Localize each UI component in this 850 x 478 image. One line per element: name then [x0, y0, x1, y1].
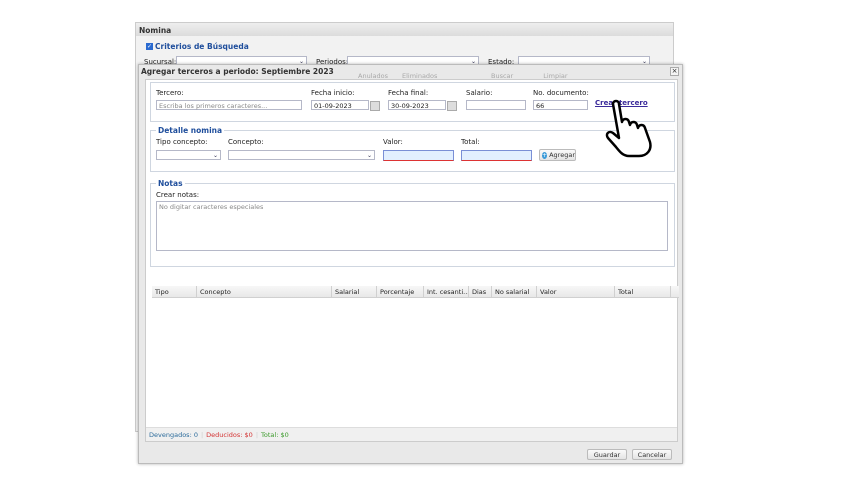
- column-header[interactable]: Porcentaje: [377, 286, 424, 297]
- column-header[interactable]: Salarial: [332, 286, 377, 297]
- chevron-down-icon[interactable]: ⌄: [211, 151, 220, 159]
- total-input[interactable]: [461, 150, 532, 161]
- detalle-legend: Detalle nomina: [156, 126, 225, 135]
- fecha-inicio-value: 01-09-2023: [314, 102, 352, 110]
- salario-input[interactable]: [466, 100, 526, 110]
- dialog-body: Tercero: Escriba los primeros caracteres…: [145, 79, 679, 442]
- tercero-input[interactable]: Escriba los primeros caracteres...: [156, 100, 302, 110]
- column-header[interactable]: Concepto: [197, 286, 332, 297]
- anulados-checkbox: Anulados: [358, 72, 388, 80]
- salario-label: Salario:: [466, 89, 493, 97]
- column-header[interactable]: Total: [615, 286, 671, 297]
- limpiar-button: Limpiar: [543, 72, 568, 80]
- cancelar-button[interactable]: Cancelar: [632, 449, 672, 460]
- column-header[interactable]: Dias: [469, 286, 492, 297]
- tipo-concepto-label: Tipo concepto:: [156, 138, 208, 146]
- fecha-final-input[interactable]: 30-09-2023: [388, 100, 457, 111]
- concepto-select[interactable]: ⌄: [228, 150, 375, 160]
- guardar-button[interactable]: Guardar: [587, 449, 627, 460]
- tercero-label: Tercero:: [156, 89, 184, 97]
- concepto-label: Concepto:: [228, 138, 264, 146]
- total-label: Total:: [461, 138, 480, 146]
- agregar-label: Agregar: [549, 151, 575, 159]
- devengados-total: Devengados: 0: [149, 431, 198, 439]
- column-header[interactable]: Valor: [537, 286, 615, 297]
- column-header[interactable]: Int. cesanti...: [424, 286, 469, 297]
- calendar-icon[interactable]: [447, 101, 457, 111]
- hand-pointer-icon: [605, 99, 652, 158]
- fecha-final-label: Fecha final:: [388, 89, 429, 97]
- valor-input[interactable]: [383, 150, 454, 161]
- agregar-button[interactable]: + Agregar: [539, 149, 576, 161]
- valor-label: Valor:: [383, 138, 403, 146]
- tipo-concepto-select[interactable]: ⌄: [156, 150, 221, 160]
- fecha-inicio-input[interactable]: 01-09-2023: [311, 100, 380, 111]
- fecha-final-value: 30-09-2023: [391, 102, 429, 110]
- tercero-fieldset: Tercero: Escriba los primeros caracteres…: [150, 82, 675, 122]
- eliminados-checkbox: Eliminados: [401, 72, 438, 80]
- column-header[interactable]: Tipo: [152, 286, 197, 297]
- no-documento-input[interactable]: 66: [533, 100, 588, 110]
- status-bar: Devengados: 0 | Deducidos: $0 | Total: $0: [146, 427, 677, 441]
- calendar-icon[interactable]: [370, 101, 380, 111]
- add-icon: +: [542, 151, 548, 159]
- add-third-party-dialog: Agregar terceros a periodo: Septiembre 2…: [138, 64, 683, 464]
- notas-legend: Notas: [156, 179, 185, 188]
- notas-textarea[interactable]: No digitar caracteres especiales: [156, 201, 668, 251]
- fecha-inicio-label: Fecha inicio:: [311, 89, 355, 97]
- notas-fieldset: Notas Crear notas: No digitar caracteres…: [150, 179, 675, 267]
- crear-notas-label: Crear notas:: [156, 191, 200, 199]
- panel-title: Nomina: [136, 23, 673, 36]
- criteria-toggle[interactable]: ✓ Criterios de Búsqueda: [146, 42, 249, 51]
- buscar-button: Buscar: [491, 72, 514, 80]
- column-header[interactable]: No salarial: [492, 286, 537, 297]
- no-documento-label: No. documento:: [533, 89, 589, 97]
- detalle-fieldset: Detalle nomina Tipo concepto: ⌄ Concepto…: [150, 126, 675, 172]
- grand-total: Total: $0: [261, 431, 289, 439]
- close-icon[interactable]: ×: [670, 67, 679, 76]
- grid-header: Tipo Concepto Salarial Porcentaje Int. cesan…: [152, 286, 679, 298]
- checkbox-icon[interactable]: ✓: [146, 43, 153, 50]
- chevron-down-icon[interactable]: ⌄: [365, 151, 374, 159]
- deducidos-total: Deducidos: $0: [206, 431, 253, 439]
- dialog-title: Agregar terceros a periodo: Septiembre 2…: [141, 67, 334, 76]
- criteria-legend: Criterios de Búsqueda: [155, 42, 249, 51]
